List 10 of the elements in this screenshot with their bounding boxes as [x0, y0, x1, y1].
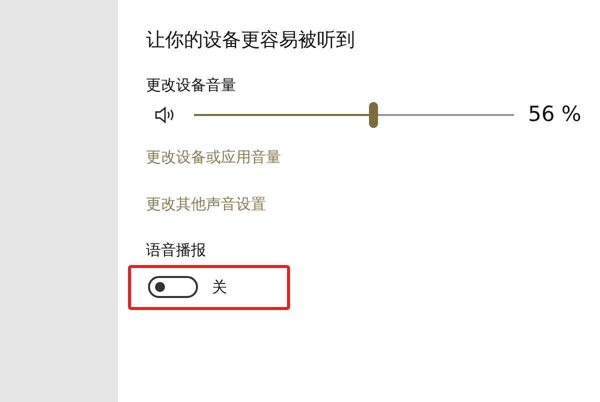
narrator-label: 语音播报	[146, 240, 207, 261]
slider-thumb[interactable]	[369, 102, 378, 128]
section-title: 让你的设备更容易被听到	[146, 28, 356, 53]
volume-value: 56 %	[528, 101, 582, 128]
speaker-icon[interactable]	[154, 105, 176, 125]
settings-link[interactable]: 更改其他声音设置	[146, 193, 266, 215]
volume-label: 更改设备音量	[146, 75, 237, 96]
toggle-state: 关	[212, 277, 227, 298]
toggle-switch[interactable]	[148, 276, 198, 298]
settings-link[interactable]: 更改设备或应用音量	[146, 146, 281, 168]
